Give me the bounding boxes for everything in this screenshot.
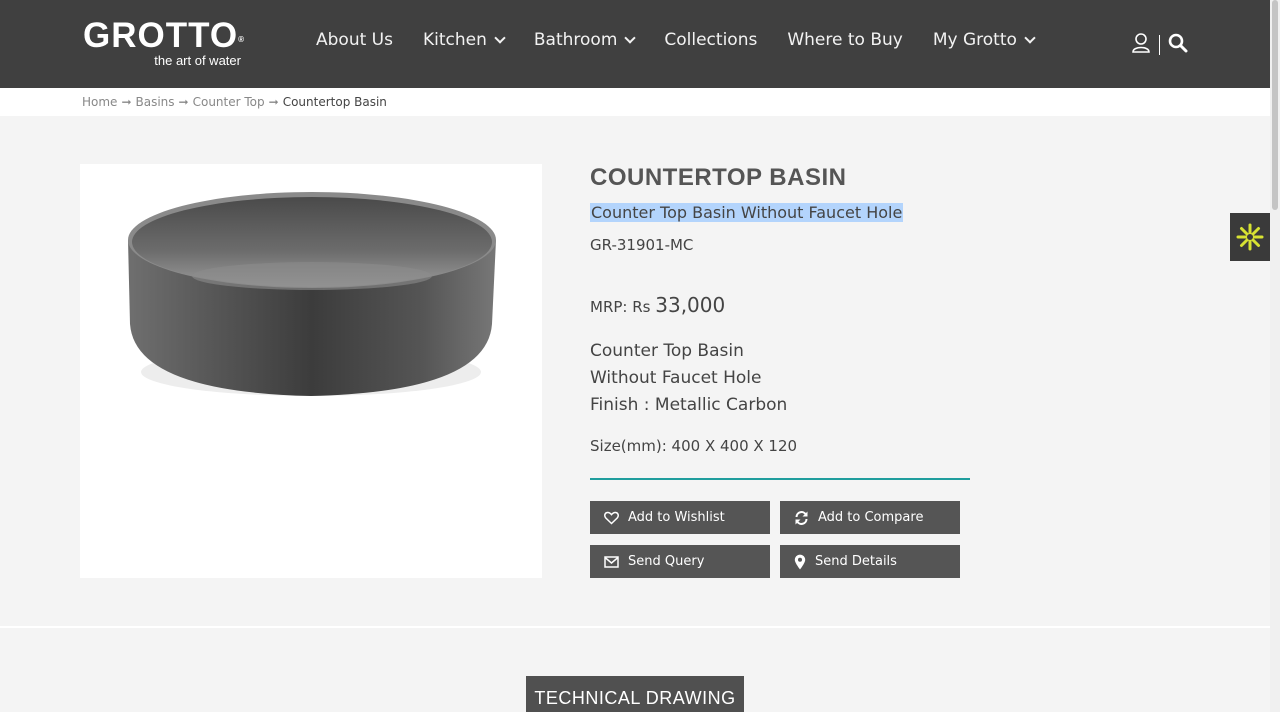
breadcrumb-counter-top[interactable]: Counter Top	[193, 95, 265, 109]
breadcrumb-basins[interactable]: Basins	[136, 95, 175, 109]
nav-about-us[interactable]: About Us	[316, 30, 393, 50]
site-header: GROTTO® the art of water About Us Kitche…	[0, 0, 1270, 88]
send-details-button[interactable]: Send Details	[780, 545, 960, 578]
product-description: Counter Top Basin Without Faucet Hole Fi…	[590, 338, 787, 419]
breadcrumb-separator: ➞	[268, 95, 279, 109]
nav-my-grotto[interactable]: My Grotto	[933, 30, 1036, 50]
breadcrumb: Home ➞ Basins ➞ Counter Top ➞ Countertop…	[82, 95, 387, 109]
flower-icon	[1236, 223, 1264, 251]
product-sku: GR-31901-MC	[590, 236, 694, 254]
nav-bathroom[interactable]: Bathroom	[534, 30, 637, 50]
header-icons	[1131, 32, 1188, 58]
basin-image	[128, 192, 496, 396]
accent-divider	[590, 478, 970, 480]
accessibility-widget[interactable]	[1230, 213, 1270, 261]
product-price: MRP: Rs 33,000	[590, 293, 725, 317]
price-value: 33,000	[655, 293, 726, 317]
price-label: MRP: Rs	[590, 298, 651, 316]
tab-technical-drawing[interactable]: TECHNICAL DRAWING	[526, 676, 744, 712]
breadcrumb-home[interactable]: Home	[82, 95, 117, 109]
nav-collections[interactable]: Collections	[664, 30, 757, 50]
product-size: Size(mm): 400 X 400 X 120	[590, 437, 798, 455]
logo-tagline: the art of water	[154, 53, 241, 68]
description-line: Counter Top Basin	[590, 341, 744, 361]
product-title: COUNTERTOP BASIN	[590, 164, 847, 191]
add-to-wishlist-button[interactable]: Add to Wishlist	[590, 501, 770, 534]
breadcrumb-separator: ➞	[121, 95, 132, 109]
grotto-logo[interactable]: GROTTO® the art of water	[83, 16, 245, 69]
logo-word: GROTTO	[83, 16, 239, 55]
section-divider	[0, 626, 1270, 628]
chevron-down-icon	[1024, 31, 1036, 44]
search-icon[interactable]	[1168, 33, 1188, 57]
product-image[interactable]	[80, 164, 542, 578]
nav-where-to-buy[interactable]: Where to Buy	[787, 30, 903, 50]
send-query-button[interactable]: Send Query	[590, 545, 770, 578]
breadcrumb-bar: Home ➞ Basins ➞ Counter Top ➞ Countertop…	[0, 88, 1270, 116]
add-to-compare-button[interactable]: Add to Compare	[780, 501, 960, 534]
description-line: Finish : Metallic Carbon	[590, 395, 788, 415]
product-subtitle: Counter Top Basin Without Faucet Hole	[590, 203, 904, 222]
breadcrumb-current: Countertop Basin	[282, 95, 387, 109]
envelope-icon	[604, 555, 619, 568]
refresh-icon	[795, 510, 808, 525]
heart-icon	[604, 511, 619, 525]
scrollbar-thumb[interactable]	[1272, 0, 1278, 210]
chevron-down-icon	[624, 31, 637, 44]
header-divider	[1159, 35, 1160, 55]
user-icon[interactable]	[1131, 32, 1151, 58]
chevron-down-icon	[494, 31, 506, 44]
description-line: Without Faucet Hole	[590, 368, 762, 388]
nav-kitchen[interactable]: Kitchen	[423, 30, 506, 50]
breadcrumb-separator: ➞	[178, 95, 189, 109]
map-pin-icon	[794, 554, 806, 569]
registered-mark: ®	[238, 35, 245, 44]
main-nav: About Us Kitchen Bathroom Collections Wh…	[316, 30, 1064, 50]
